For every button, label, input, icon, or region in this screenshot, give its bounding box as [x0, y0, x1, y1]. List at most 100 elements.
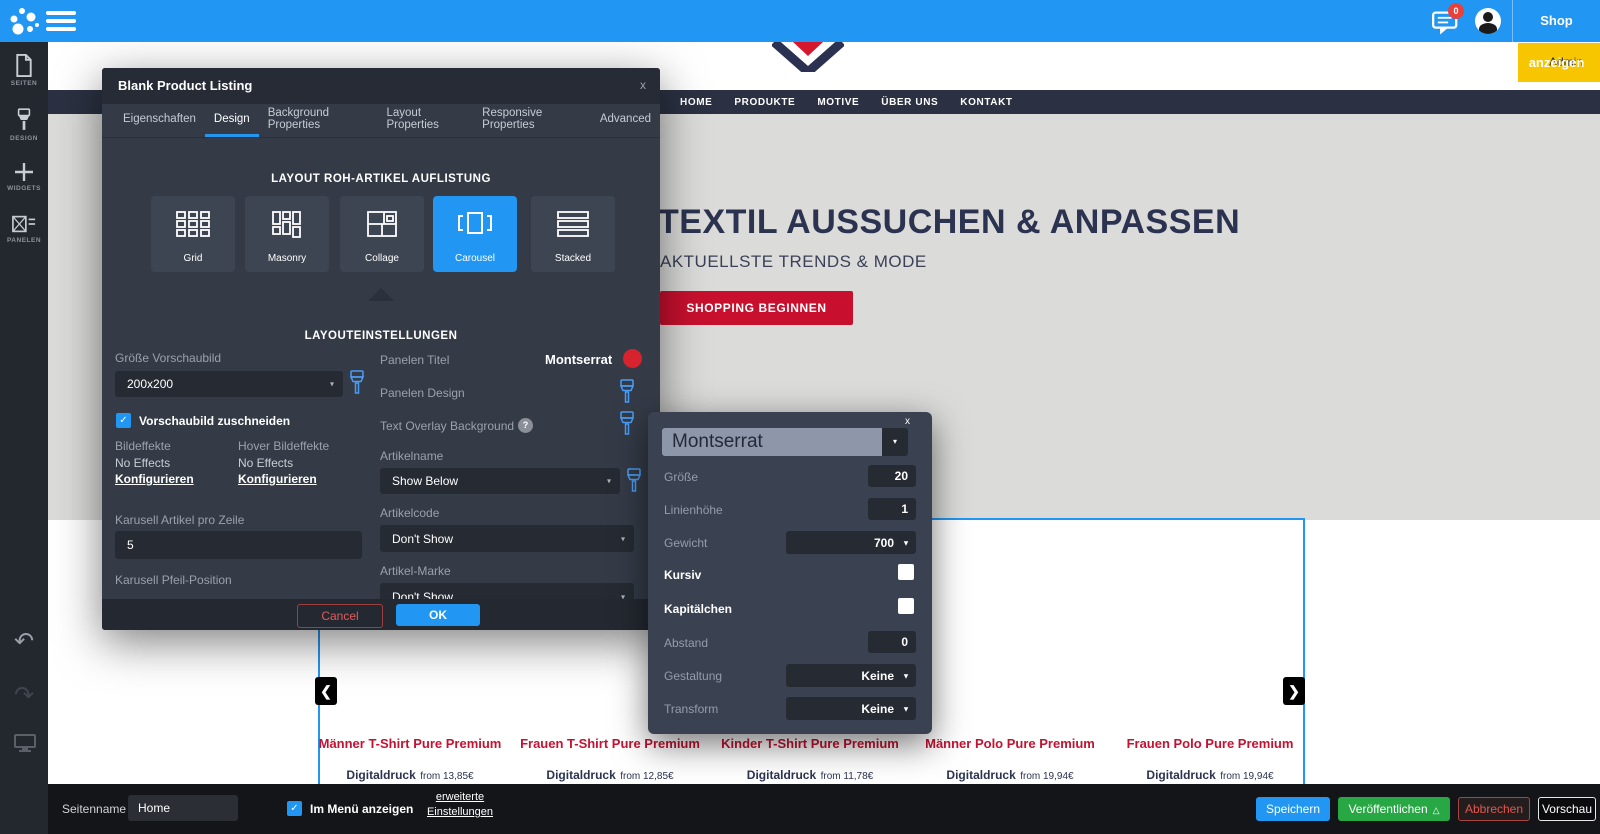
close-icon[interactable]: x	[905, 416, 910, 427]
configure-effects-link[interactable]: Konfigurieren	[115, 472, 194, 486]
product-name-link[interactable]: Männer T-Shirt Pure Premium	[300, 736, 520, 751]
font-color-swatch[interactable]	[623, 349, 642, 368]
notification-badge: 0	[1448, 3, 1464, 19]
product-name-link[interactable]: Frauen Polo Pure Premium	[1100, 736, 1320, 751]
close-icon[interactable]: x	[640, 78, 646, 92]
page-name-input[interactable]	[128, 795, 238, 821]
preview-size-select[interactable]: 200x200 ▾	[115, 371, 343, 397]
print-method: Digitaldruck	[946, 768, 1015, 782]
product-name-link[interactable]: Kinder T-Shirt Pure Premium	[700, 736, 920, 751]
user-avatar[interactable]	[1475, 8, 1501, 34]
top-admin-bar: 0 Shop anzeigen	[0, 0, 1600, 42]
spacing-input[interactable]	[868, 631, 916, 653]
crop-checkbox-label: Vorschaubild zuschneiden	[139, 414, 290, 428]
abort-button[interactable]: Abbrechen	[1458, 797, 1530, 821]
brush-icon[interactable]	[620, 379, 634, 405]
publish-arrow-icon: △	[1433, 805, 1440, 815]
panel-title-font-value[interactable]: Montserrat	[545, 352, 612, 367]
shopping-cta-button[interactable]: SHOPPING BEGINNEN	[660, 291, 853, 325]
device-preview-icon[interactable]	[14, 734, 36, 752]
tab-layout-properties[interactable]: Layout Properties	[378, 104, 474, 137]
article-code-value: Don't Show	[392, 532, 453, 546]
font-family-dropdown-button[interactable]: ▾	[882, 428, 908, 456]
hero-subtitle: AKTUELLSTE TRENDS & MODE	[660, 252, 927, 272]
layout-option-collage[interactable]: Collage	[340, 196, 424, 272]
decoration-value: Keine	[861, 669, 894, 683]
nav-link-motive[interactable]: MOTIVE	[817, 97, 859, 108]
image-effects-value: No Effects	[115, 456, 170, 470]
tab-advanced[interactable]: Advanced	[591, 104, 660, 137]
weight-label: Gewicht	[664, 536, 707, 550]
brush-icon[interactable]	[350, 370, 364, 396]
publish-button[interactable]: Veröffentlichen△	[1338, 797, 1450, 821]
layout-option-grid[interactable]: Grid	[151, 196, 235, 272]
italic-checkbox[interactable]	[898, 564, 914, 580]
nav-link-home[interactable]: HOME	[680, 97, 712, 108]
show-in-menu-checkbox[interactable]: ✓	[287, 801, 302, 816]
undo-icon[interactable]: ↶	[0, 630, 48, 654]
nav-link-ueber-uns[interactable]: ÜBER UNS	[881, 97, 938, 108]
advanced-settings-link[interactable]: erweiterte Einstellungen	[405, 790, 515, 820]
product-name-link[interactable]: Männer Polo Pure Premium	[900, 736, 1120, 751]
article-name-value: Show Below	[392, 474, 458, 488]
caret-down-icon: ▾	[330, 380, 334, 389]
sidebar-item-design[interactable]: DESIGN	[0, 108, 48, 142]
transform-select[interactable]: Keine ▾	[786, 697, 916, 720]
view-shop-link[interactable]: Shop anzeigen	[1513, 0, 1600, 42]
font-settings-popup: x Montserrat ▾ Größe Linienhöhe Gewicht …	[648, 412, 932, 734]
items-per-row-input[interactable]	[115, 531, 362, 559]
layout-option-carousel[interactable]: Carousel	[433, 196, 517, 272]
layout-option-masonry[interactable]: Masonry	[245, 196, 329, 272]
product-name-link[interactable]: Frauen T-Shirt Pure Premium	[500, 736, 720, 751]
spacing-label: Abstand	[664, 636, 708, 650]
collage-layout-icon	[366, 210, 398, 238]
layout-option-label: Carousel	[433, 253, 517, 264]
layout-option-stacked[interactable]: Stacked	[531, 196, 615, 272]
nav-link-produkte[interactable]: PRODUKTE	[734, 97, 795, 108]
redo-icon[interactable]: ↷	[0, 684, 48, 708]
nav-link-kontakt[interactable]: KONTAKT	[960, 97, 1012, 108]
size-input[interactable]	[868, 465, 916, 487]
caret-down-icon: ▾	[904, 671, 908, 680]
crop-checkbox[interactable]: ✓	[116, 413, 131, 428]
sidebar-item-widgets[interactable]: WIDGETS	[0, 162, 48, 192]
lineheight-label: Linienhöhe	[664, 503, 723, 517]
carousel-layout-icon	[457, 210, 493, 236]
modal-tab-bar: Eigenschaften Design Background Properti…	[102, 104, 660, 138]
panels-icon	[12, 214, 36, 234]
hamburger-menu-icon[interactable]	[46, 11, 76, 31]
smallcaps-label: Kapitälchen	[664, 602, 732, 616]
tab-responsive-properties[interactable]: Responsive Properties	[473, 104, 591, 137]
app-logo-icon[interactable]	[8, 6, 42, 36]
decoration-select[interactable]: Keine ▾	[786, 664, 916, 687]
carousel-next-button[interactable]: ❯	[1283, 677, 1305, 705]
article-code-select[interactable]: Don't Show ▾	[380, 525, 634, 552]
decoration-label: Gestaltung	[664, 669, 722, 683]
sidebar-item-seiten[interactable]: SEITEN	[0, 54, 48, 87]
tab-background-properties[interactable]: Background Properties	[259, 104, 378, 137]
preview-button[interactable]: Vorschau	[1538, 797, 1596, 821]
lineheight-input[interactable]	[868, 498, 916, 520]
settings-notch	[368, 288, 394, 301]
font-family-select[interactable]: Montserrat	[662, 428, 882, 456]
plus-icon	[14, 162, 34, 182]
italic-label: Kursiv	[664, 568, 701, 582]
preview-size-label: Größe Vorschaubild	[115, 351, 221, 365]
weight-select[interactable]: 700 ▾	[786, 531, 916, 554]
tab-design[interactable]: Design	[205, 104, 259, 137]
save-button[interactable]: Speichern	[1256, 797, 1330, 821]
page-name-label: Seitenname	[62, 802, 126, 816]
tab-eigenschaften[interactable]: Eigenschaften	[114, 104, 205, 137]
smallcaps-checkbox[interactable]	[898, 598, 914, 614]
print-method: Digitaldruck	[546, 768, 615, 782]
brush-icon[interactable]	[620, 411, 634, 437]
site-logo[interactable]	[772, 42, 844, 72]
cancel-button[interactable]: Cancel	[297, 604, 383, 628]
weight-value: 700	[874, 536, 894, 550]
carousel-prev-button[interactable]: ❮	[315, 677, 337, 705]
article-name-select[interactable]: Show Below ▾	[380, 468, 620, 494]
sidebar-item-panelen[interactable]: PANELEN	[0, 214, 48, 244]
ok-button[interactable]: OK	[396, 604, 480, 626]
brush-icon[interactable]	[627, 468, 641, 494]
configure-hover-effects-link[interactable]: Konfigurieren	[238, 472, 317, 486]
